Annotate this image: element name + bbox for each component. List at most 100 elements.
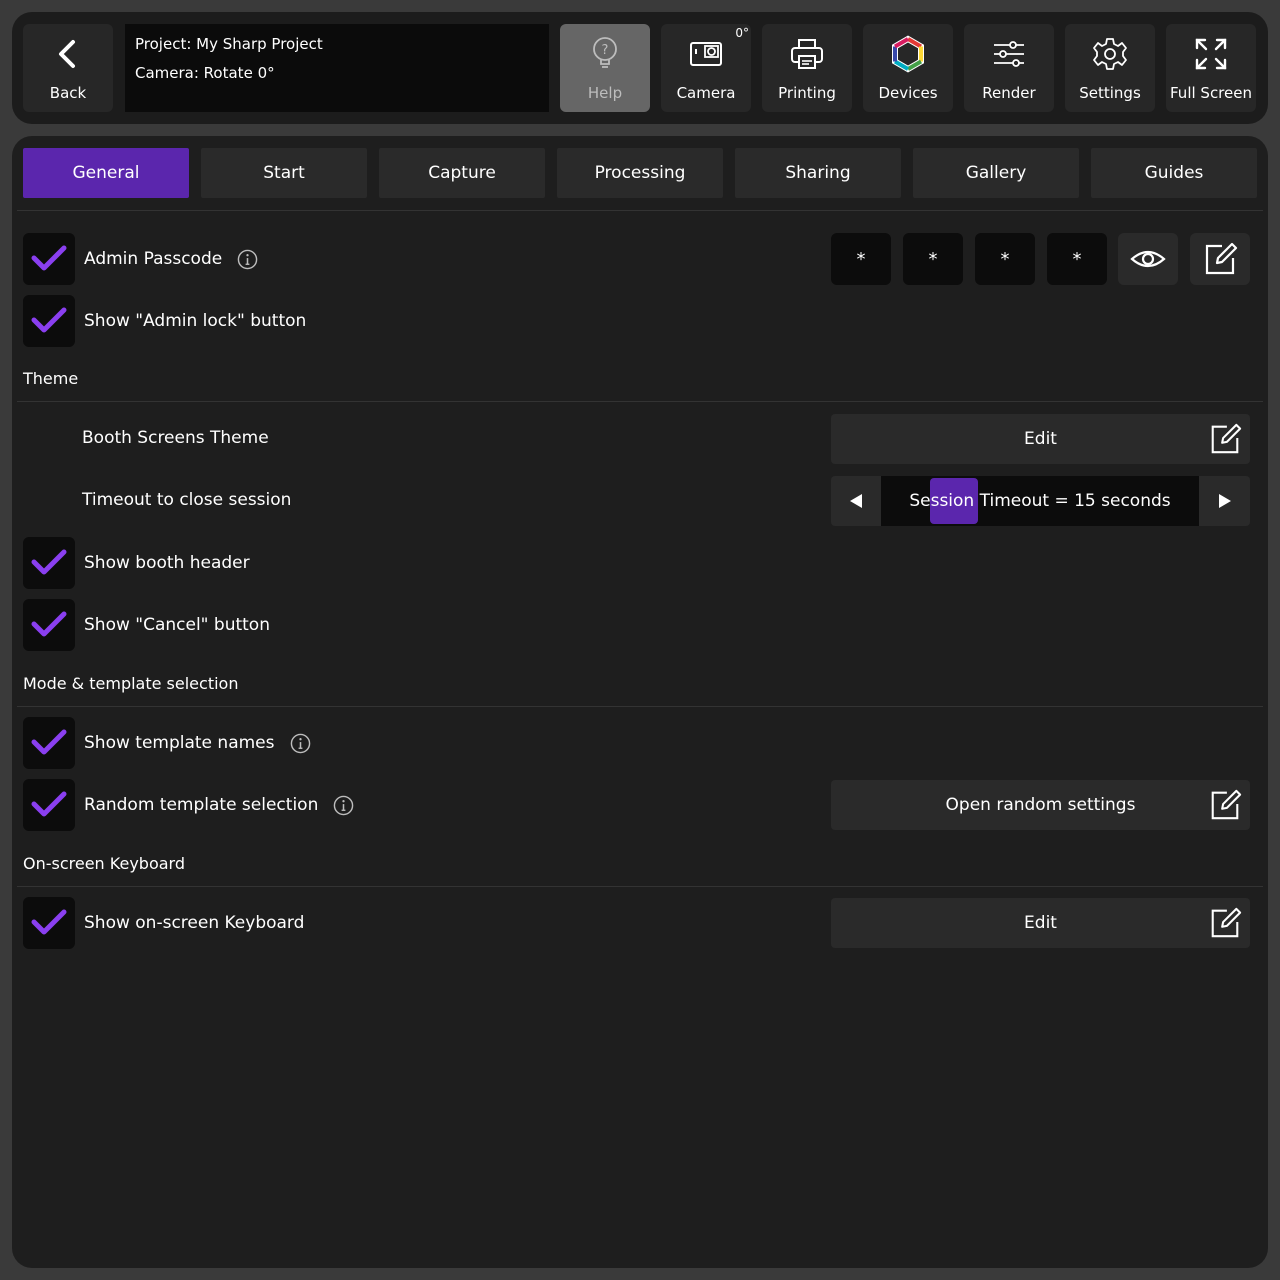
settings-label: Settings — [1079, 84, 1141, 102]
keyboard-label: Show on-screen Keyboard — [84, 913, 305, 933]
edit-icon — [1211, 423, 1242, 454]
passcode-digit-2[interactable]: * — [903, 233, 963, 285]
admin-passcode-label: Admin Passcode — [84, 249, 223, 269]
help-label: Help — [587, 84, 623, 102]
booth-header-row: Show booth header — [23, 537, 250, 589]
tab-processing[interactable]: Processing — [557, 148, 723, 198]
info-icon[interactable] — [237, 249, 258, 270]
booth-theme-label: Booth Screens Theme — [82, 428, 269, 448]
admin-passcode-checkbox[interactable] — [23, 233, 75, 285]
keyboard-section-title: On-screen Keyboard — [23, 854, 185, 873]
cancel-button-label: Show "Cancel" button — [84, 615, 270, 635]
passcode-digit-4[interactable]: * — [1047, 233, 1107, 285]
info-icon[interactable] — [333, 795, 354, 816]
camera-rotation-info: Camera: Rotate 0° — [135, 64, 275, 82]
triangle-left-icon — [850, 494, 862, 508]
divider — [17, 886, 1263, 887]
booth-theme-row: Booth Screens Theme — [23, 412, 269, 464]
template-names-checkbox[interactable] — [23, 717, 75, 769]
passcode-digit-1[interactable]: * — [831, 233, 891, 285]
eye-icon — [1130, 250, 1166, 268]
devices-button[interactable]: Devices — [863, 24, 953, 112]
help-bulb-icon: ? — [593, 37, 617, 68]
divider — [17, 706, 1263, 707]
svg-text:?: ? — [602, 43, 609, 58]
edit-icon — [1211, 907, 1242, 938]
timeout-increase-button[interactable] — [1200, 476, 1250, 526]
random-template-label: Random template selection — [84, 795, 319, 815]
project-info: Project: My Sharp Project Camera: Rotate… — [125, 24, 549, 112]
admin-passcode-row: Admin Passcode — [23, 233, 258, 285]
admin-lock-row: Show "Admin lock" button — [23, 295, 306, 347]
checkmark-icon — [31, 611, 67, 637]
open-random-settings-button[interactable]: Open random settings — [831, 780, 1250, 830]
tab-start[interactable]: Start — [201, 148, 367, 198]
checkmark-icon — [31, 245, 67, 271]
booth-theme-edit-button[interactable]: Edit — [831, 414, 1250, 464]
camera-label: Camera — [676, 84, 736, 102]
fullscreen-button[interactable]: Full Screen — [1166, 24, 1256, 112]
tab-capture[interactable]: Capture — [379, 148, 545, 198]
template-names-row: Show template names — [23, 717, 311, 769]
booth-header-label: Show booth header — [84, 553, 250, 573]
random-template-row: Random template selection — [23, 779, 354, 831]
checkmark-icon — [31, 307, 67, 333]
tab-guides[interactable]: Guides — [1091, 148, 1257, 198]
checkmark-icon — [31, 729, 67, 755]
camera-rotation-badge: 0° — [735, 26, 749, 40]
show-passcode-button[interactable] — [1118, 233, 1178, 285]
timeout-value-track[interactable]: Session Timeout = 15 seconds — [881, 476, 1199, 526]
edit-icon — [1205, 242, 1238, 275]
checkmark-icon — [31, 549, 67, 575]
checkmark-icon — [31, 791, 67, 817]
admin-lock-label: Show "Admin lock" button — [84, 311, 307, 331]
cancel-button-row: Show "Cancel" button — [23, 599, 270, 651]
keyboard-checkbox[interactable] — [23, 897, 75, 949]
random-template-checkbox[interactable] — [23, 779, 75, 831]
camera-button[interactable]: 0° Camera — [661, 24, 751, 112]
session-timeout-stepper: Session Timeout = 15 seconds — [831, 476, 1250, 526]
info-icon[interactable] — [290, 733, 311, 754]
settings-tabs: General Start Capture Processing Sharing… — [23, 148, 1257, 198]
project-name: Project: My Sharp Project — [135, 35, 323, 53]
edit-passcode-button[interactable] — [1190, 233, 1250, 285]
render-label: Render — [982, 84, 1036, 102]
tab-sharing[interactable]: Sharing — [735, 148, 901, 198]
devices-hexagon-icon — [892, 35, 924, 73]
admin-lock-checkbox[interactable] — [23, 295, 75, 347]
fullscreen-label: Full Screen — [1170, 84, 1252, 102]
theme-section-title: Theme — [23, 369, 79, 388]
sliders-icon — [994, 41, 1024, 67]
checkmark-icon — [31, 909, 67, 935]
keyboard-row: Show on-screen Keyboard — [23, 897, 304, 949]
keyboard-edit-label: Edit — [1024, 913, 1057, 933]
back-button[interactable]: Back — [23, 24, 113, 112]
timeout-row: Timeout to close session — [23, 474, 291, 526]
booth-theme-edit-label: Edit — [1024, 429, 1057, 449]
mode-section-title: Mode & template selection — [23, 674, 239, 693]
printing-label: Printing — [778, 84, 836, 102]
expand-icon — [1195, 38, 1227, 70]
cancel-button-checkbox[interactable] — [23, 599, 75, 651]
chevron-left-icon — [59, 40, 75, 68]
render-button[interactable]: Render — [964, 24, 1054, 112]
tab-general[interactable]: General — [23, 148, 189, 198]
tab-gallery[interactable]: Gallery — [913, 148, 1079, 198]
printer-icon — [791, 39, 823, 69]
divider — [17, 401, 1263, 402]
timeout-label: Timeout to close session — [82, 490, 292, 510]
settings-button[interactable]: Settings — [1065, 24, 1155, 112]
settings-panel: General Start Capture Processing Sharing… — [12, 136, 1268, 1268]
help-button[interactable]: ? Help — [560, 24, 650, 112]
timeout-decrease-button[interactable] — [831, 476, 881, 526]
open-random-settings-label: Open random settings — [945, 795, 1136, 815]
keyboard-edit-button[interactable]: Edit — [831, 898, 1250, 948]
template-names-label: Show template names — [84, 733, 275, 753]
devices-label: Devices — [878, 84, 938, 102]
divider — [17, 210, 1263, 211]
printing-button[interactable]: Printing — [762, 24, 852, 112]
passcode-digit-3[interactable]: * — [975, 233, 1035, 285]
booth-header-checkbox[interactable] — [23, 537, 75, 589]
gear-icon — [1093, 38, 1127, 70]
top-toolbar: Back Project: My Sharp Project Camera: R… — [12, 12, 1268, 124]
